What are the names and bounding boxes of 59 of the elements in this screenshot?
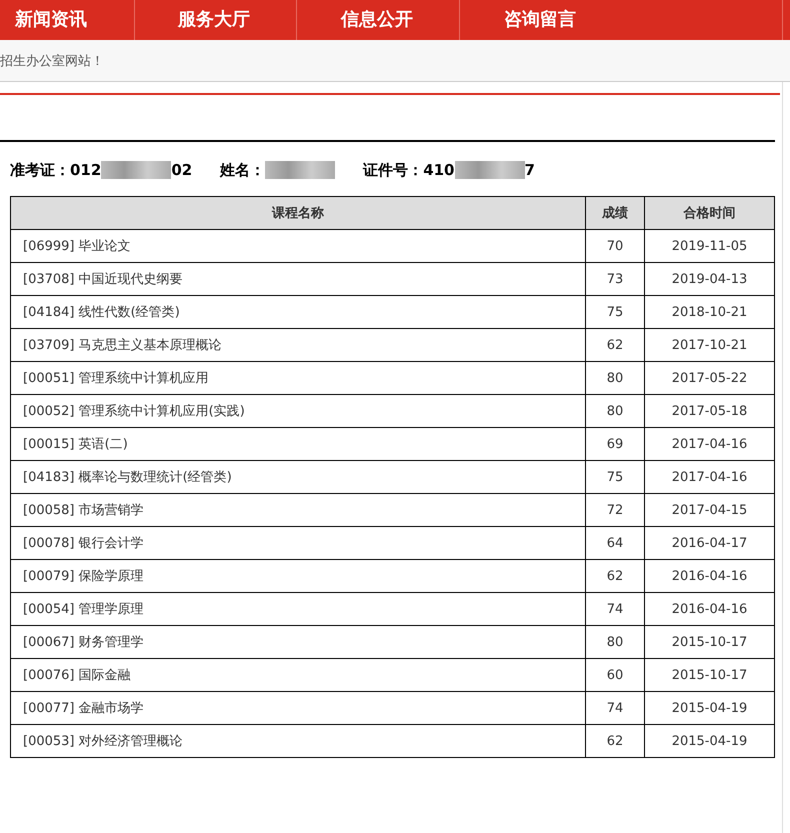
field-value: 02: [171, 161, 192, 179]
table-cell: 80: [586, 626, 644, 658]
table-cell: 2017-05-18: [644, 394, 774, 428]
table-cell: 80: [586, 362, 644, 394]
table-cell: 74: [586, 592, 644, 626]
table-cell: [00051] 管理系统中计算机应用: [10, 362, 586, 394]
field-label: 证件号：: [363, 160, 424, 180]
table-cell: 64: [586, 526, 644, 560]
table-cell: 2015-10-17: [644, 658, 774, 692]
table-cell: [00079] 保险学原理: [10, 560, 586, 592]
table-cell: 73: [586, 262, 644, 296]
table-cell: [00054] 管理学原理: [10, 592, 586, 626]
notice-text: 招生办公室网站！: [0, 52, 104, 70]
table-cell: [04184] 线性代数(经管类): [10, 296, 586, 328]
table-cell: 80: [586, 394, 644, 428]
table-cell: [03708] 中国近现代史纲要: [10, 262, 586, 296]
table-cell: [00053] 对外经济管理概论: [10, 724, 586, 758]
column-header: 成绩: [586, 196, 644, 230]
table-cell: [00077] 金融市场学: [10, 692, 586, 724]
table-cell: [00015] 英语(二): [10, 428, 586, 460]
table-cell: [04183] 概率论与数理统计(经管类): [10, 460, 586, 494]
field-label: 姓名：: [220, 160, 266, 180]
table-cell: 2018-10-21: [644, 296, 774, 328]
table-cell: 75: [586, 296, 644, 328]
table-cell: 2016-04-16: [644, 560, 774, 592]
table-cell: 60: [586, 658, 644, 692]
table-cell: [03709] 马克思主义基本原理概论: [10, 328, 586, 362]
table-cell: 2019-04-13: [644, 262, 774, 296]
table-cell: [06999] 毕业论文: [10, 230, 586, 262]
table-cell: [00052] 管理系统中计算机应用(实践): [10, 394, 586, 428]
field-value: 012: [70, 161, 102, 179]
table-cell: 2015-04-19: [644, 724, 774, 758]
table-cell: 74: [586, 692, 644, 724]
field-value: 7: [524, 161, 535, 179]
table-cell: 69: [586, 428, 644, 460]
table-cell: [00076] 国际金融: [10, 658, 586, 692]
table-cell: [00078] 银行会计学: [10, 526, 586, 560]
table-cell: 2015-04-19: [644, 692, 774, 724]
table-cell: 2016-04-17: [644, 526, 774, 560]
column-header: 课程名称: [10, 196, 586, 230]
table-cell: 2017-10-21: [644, 328, 774, 362]
table-cell: 70: [586, 230, 644, 262]
table-cell: 62: [586, 328, 644, 362]
field-label: 准考证：: [10, 160, 70, 180]
table-cell: 2017-04-16: [644, 460, 774, 494]
column-header: 合格时间: [644, 196, 774, 230]
table-cell: [00067] 财务管理学: [10, 626, 586, 658]
table-cell: 2017-04-15: [644, 494, 774, 526]
table-cell: 2015-10-17: [644, 626, 774, 658]
table-cell: [00058] 市场营销学: [10, 494, 586, 526]
table-cell: 75: [586, 460, 644, 494]
table-cell: 72: [586, 494, 644, 526]
table-cell: 2019-11-05: [644, 230, 774, 262]
table-cell: 62: [586, 560, 644, 592]
table-cell: 2017-05-22: [644, 362, 774, 394]
table-cell: 62: [586, 724, 644, 758]
field-value: 410: [423, 161, 454, 179]
table-cell: 2017-04-16: [644, 428, 774, 460]
table-cell: 2016-04-16: [644, 592, 774, 626]
